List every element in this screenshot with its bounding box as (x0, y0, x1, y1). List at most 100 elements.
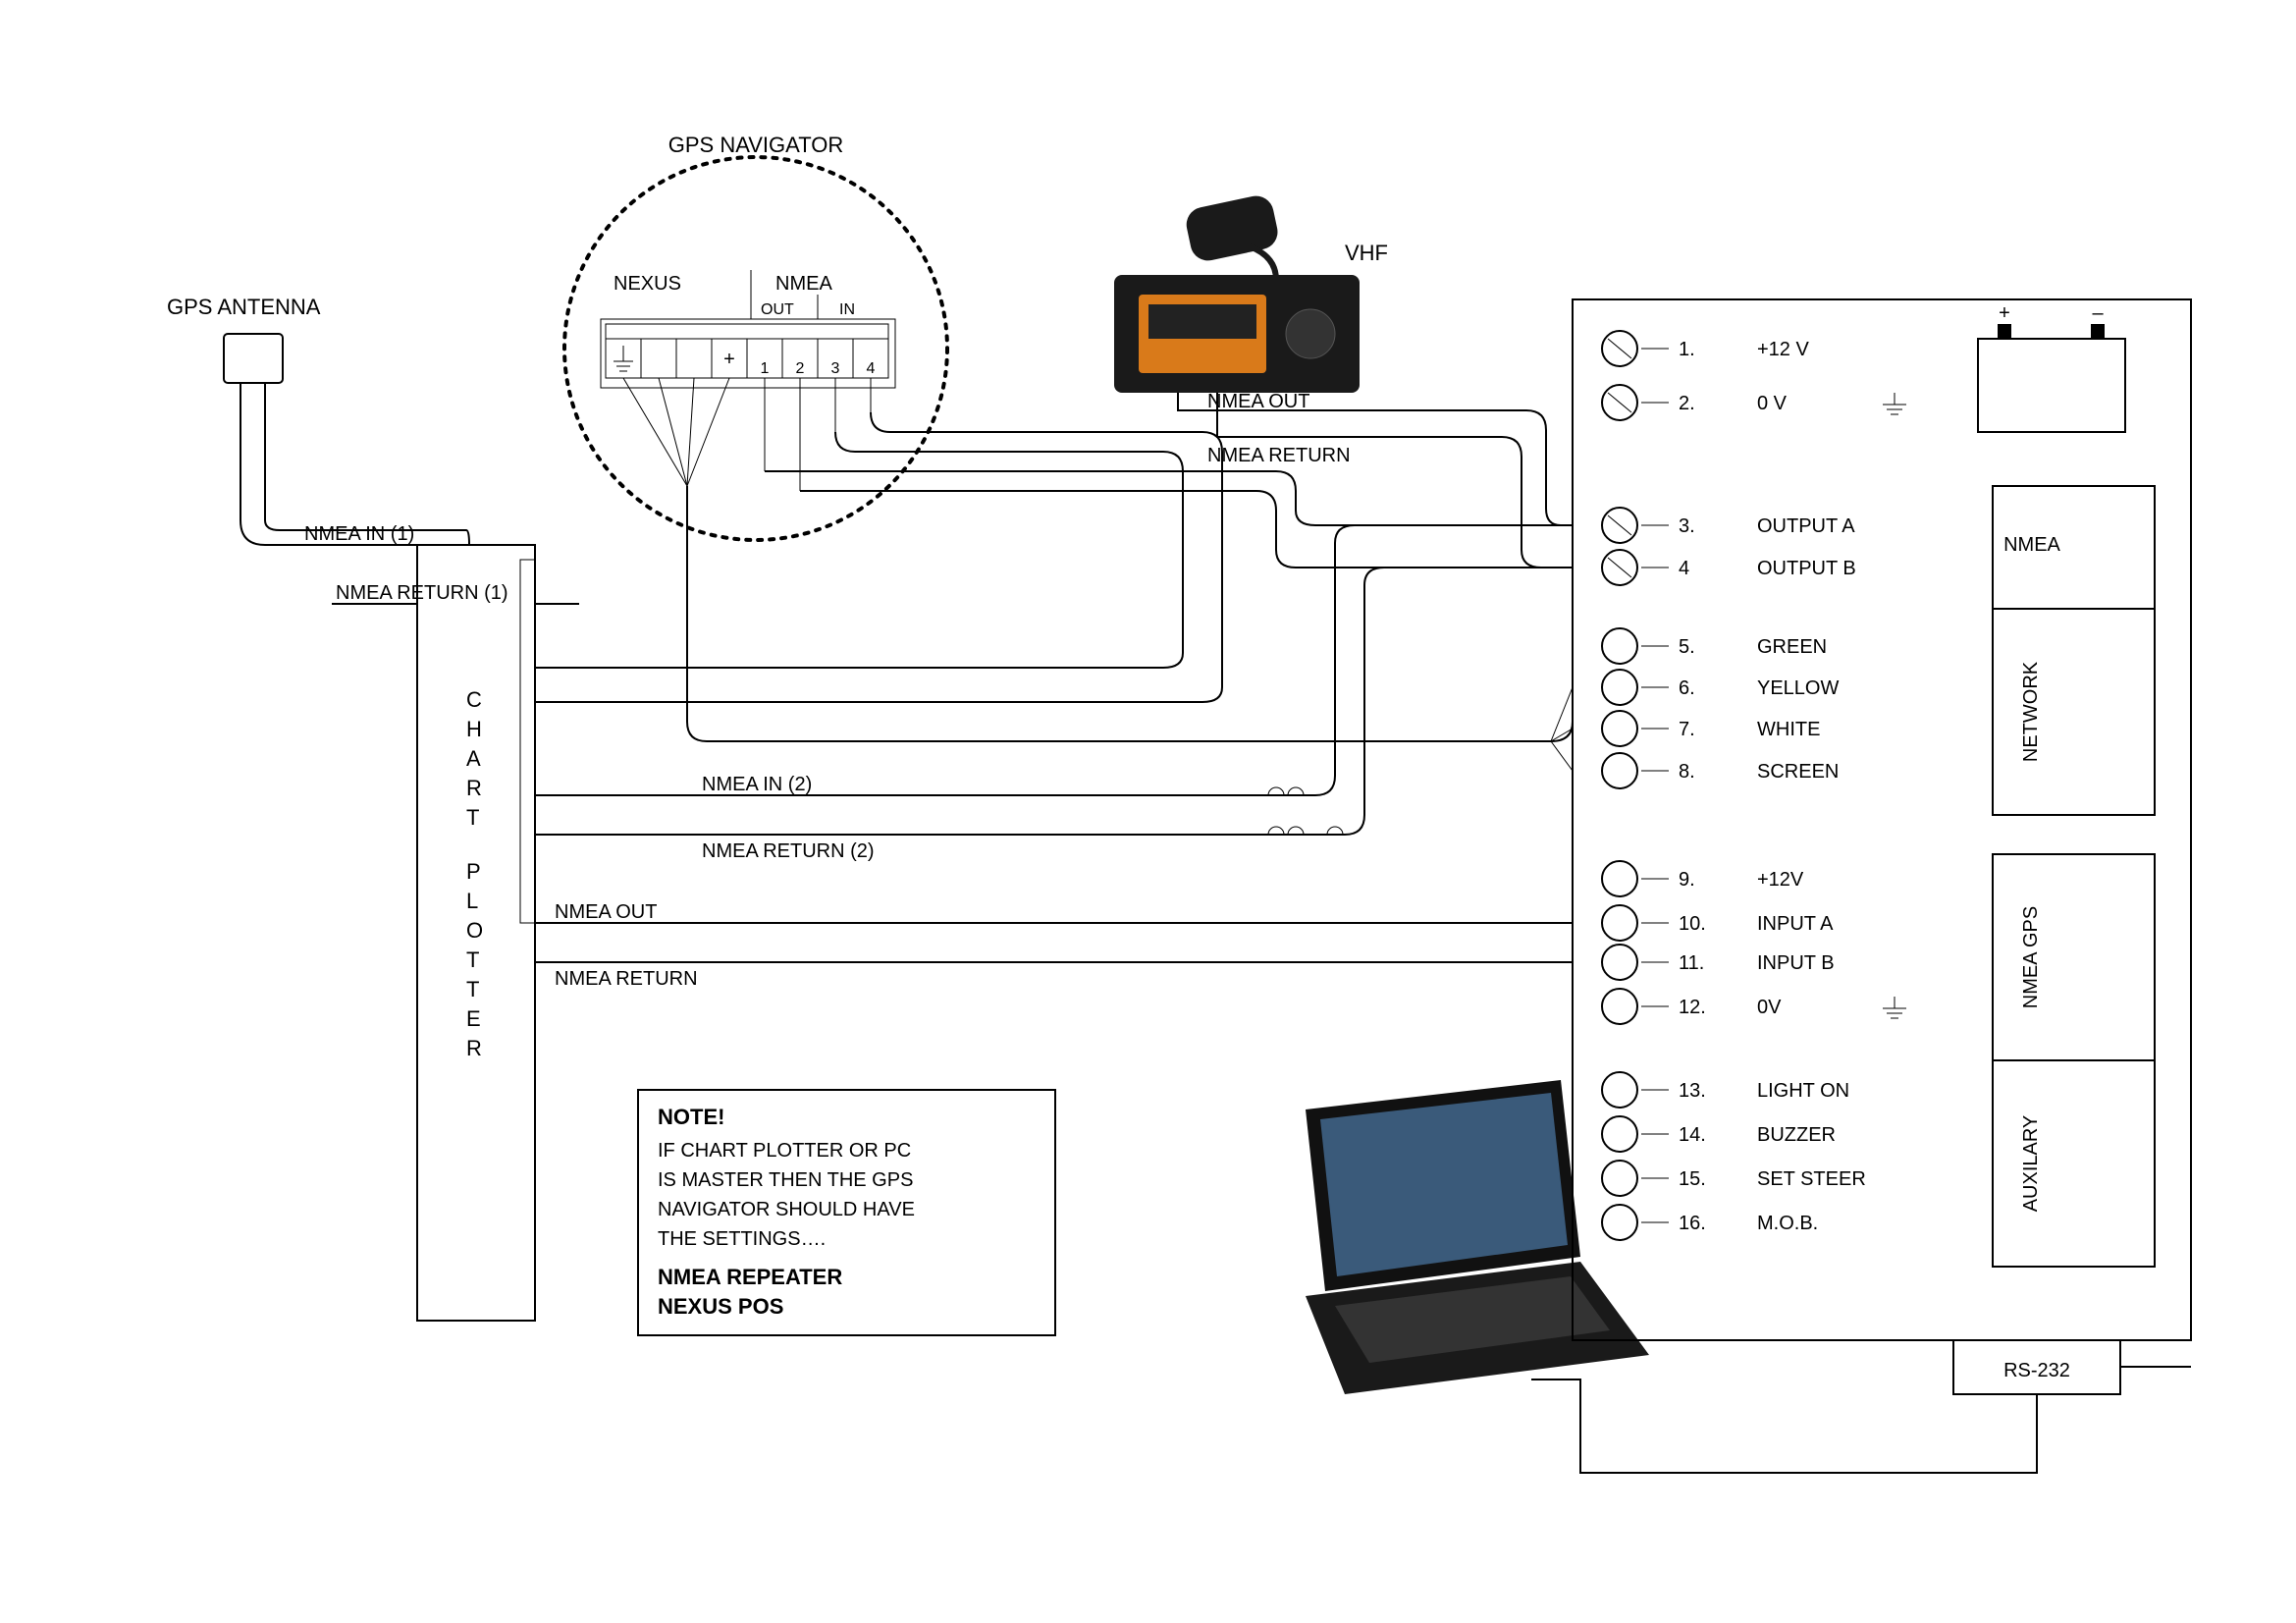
chart-plotter: C H A R T P L O T T E R (417, 545, 535, 1321)
terminal-pin-label: SET STEER (1757, 1168, 1866, 1190)
terminal-pin-5: 5. GREEN (1602, 628, 1827, 664)
terminal-pin-label: 0V (1757, 997, 1782, 1018)
cp-nmea-out-label: NMEA OUT (555, 901, 657, 923)
terminal-pin-11: 11. INPUT B (1602, 945, 1835, 980)
note-b2: NEXUS POS (658, 1294, 783, 1319)
gps-navigator-label: GPS NAVIGATOR (668, 133, 843, 157)
note-l4: THE SETTINGS…. (658, 1228, 826, 1250)
terminal-pin-num: 10. (1679, 913, 1706, 935)
note-l2: IS MASTER THEN THE GPS (658, 1169, 913, 1191)
terminal-pin-num: 3. (1679, 515, 1695, 537)
group-network: NETWORK (2020, 661, 2042, 762)
svg-text:C: C (466, 687, 482, 712)
terminal-pin-num: 8. (1679, 761, 1695, 783)
gps-antenna-label: GPS ANTENNA (167, 295, 321, 319)
svg-text:T: T (466, 805, 479, 830)
vhf-nmea-out-label: NMEA OUT (1207, 391, 1309, 412)
nmea-in-2-label: NMEA IN (2) (702, 774, 812, 795)
terminal-pin-num: 16. (1679, 1213, 1706, 1234)
svg-text:R: R (466, 776, 482, 800)
in-label: IN (839, 301, 855, 318)
svg-text:E: E (466, 1006, 481, 1031)
terminal-pin-7: 7. WHITE (1602, 711, 1820, 746)
svg-text:L: L (466, 889, 478, 913)
nmea-label: NMEA (775, 273, 832, 295)
terminal-pin-num: 9. (1679, 869, 1695, 891)
terminal-pin-num: 2. (1679, 393, 1695, 414)
svg-text:T: T (466, 977, 479, 1001)
cp-nmea-return-label: NMEA RETURN (555, 968, 698, 990)
wiring-diagram: GPS ANTENNA GPS NAVIGATOR NEXUS NMEA OUT… (0, 0, 2296, 1623)
terminal-pin-13: 13. LIGHT ON (1602, 1072, 1849, 1108)
terminal-pin-3: 3. OUTPUT A (1602, 508, 1855, 543)
terminal-pin-label: INPUT B (1757, 952, 1835, 974)
terminal-pin-12: 12. 0V (1602, 989, 1906, 1024)
note-l3: NAVIGATOR SHOULD HAVE (658, 1199, 915, 1220)
terminal-pin-4: 4 OUTPUT B (1602, 550, 1856, 585)
rs232-label: RS-232 (2003, 1360, 2070, 1381)
rs232: RS-232 (1531, 1340, 2191, 1473)
note-b1: NMEA REPEATER (658, 1265, 842, 1289)
terminal-pin-label: +12V (1757, 869, 1804, 891)
svg-text:H: H (466, 717, 482, 741)
gps-antenna: GPS ANTENNA (167, 295, 469, 545)
terminal-pin-label: YELLOW (1757, 677, 1839, 699)
terminal-pin-2: 2. 0 V (1602, 385, 1906, 420)
svg-text:O: O (466, 918, 483, 943)
terminal-pin-label: INPUT A (1757, 913, 1834, 935)
terminal-pin-6: 6. YELLOW (1602, 670, 1839, 705)
nav-pin-3: 3 (831, 360, 840, 377)
terminal-pin-label: LIGHT ON (1757, 1080, 1849, 1102)
nav-pin-1: 1 (761, 360, 770, 377)
terminal-pin-10: 10. INPUT A (1602, 905, 1834, 941)
nmea-return-1-label: NMEA RETURN (1) (336, 582, 508, 604)
svg-text:R: R (466, 1036, 482, 1060)
vhf-label: VHF (1345, 241, 1388, 265)
terminal-pin-label: OUTPUT B (1757, 558, 1856, 579)
svg-text:A: A (466, 746, 481, 771)
terminal-pin-14: 14. BUZZER (1602, 1116, 1836, 1152)
terminal-pin-num: 12. (1679, 997, 1706, 1018)
battery-icon: + – (1978, 302, 2125, 432)
terminal-pin-label: WHITE (1757, 719, 1820, 740)
note-title: NOTE! (658, 1105, 724, 1129)
svg-text:+: + (723, 349, 735, 370)
nexus-label: NEXUS (614, 273, 681, 295)
terminal-pin-num: 6. (1679, 677, 1695, 699)
laptop-icon (1306, 1080, 1649, 1394)
terminal-pin-label: SCREEN (1757, 761, 1839, 783)
group-auxilary: AUXILARY (2020, 1115, 2042, 1213)
terminal-pin-label: +12 V (1757, 339, 1809, 360)
terminal-pin-num: 4 (1679, 558, 1689, 579)
terminal-pin-num: 11. (1679, 952, 1704, 974)
group-nmea-gps: NMEA GPS (2020, 906, 2042, 1008)
terminal-pin-label: M.O.B. (1757, 1213, 1818, 1234)
battery-plus: + (1999, 302, 2010, 324)
terminal-pin-num: 14. (1679, 1124, 1706, 1146)
vhf-nmea-return-label: NMEA RETURN (1207, 445, 1351, 466)
terminal-pin-label: OUTPUT A (1757, 515, 1855, 537)
battery-minus: – (2092, 302, 2104, 324)
terminal-pin-num: 15. (1679, 1168, 1706, 1190)
terminal-pin-num: 7. (1679, 719, 1695, 740)
svg-text:T: T (466, 947, 479, 972)
nav-pin-4: 4 (867, 360, 876, 377)
terminal-pin-8: 8. SCREEN (1602, 753, 1839, 788)
nav-pin-2: 2 (796, 360, 805, 377)
terminal-pin-9: 9. +12V (1602, 861, 1804, 896)
note-box: NOTE! IF CHART PLOTTER OR PC IS MASTER T… (638, 1090, 1055, 1335)
out-label: OUT (761, 301, 794, 318)
terminal-pin-num: 5. (1679, 636, 1695, 658)
svg-text:P: P (466, 859, 481, 884)
nmea-return-2-label: NMEA RETURN (2) (702, 840, 875, 862)
terminal-pin-num: 13. (1679, 1080, 1706, 1102)
terminal-pin-16: 16. M.O.B. (1602, 1205, 1818, 1240)
terminal-block: NMEA NETWORK NMEA GPS AUXILARY + – 1. +12… (1573, 299, 2191, 1340)
terminal-pin-label: 0 V (1757, 393, 1788, 414)
terminal-pin-label: GREEN (1757, 636, 1827, 658)
terminal-pin-label: BUZZER (1757, 1124, 1836, 1146)
gps-navigator: GPS NAVIGATOR NEXUS NMEA OUT IN (564, 133, 947, 540)
group-nmea: NMEA (2003, 534, 2060, 556)
terminal-pin-num: 1. (1679, 339, 1695, 360)
terminal-pin-15: 15. SET STEER (1602, 1161, 1866, 1196)
